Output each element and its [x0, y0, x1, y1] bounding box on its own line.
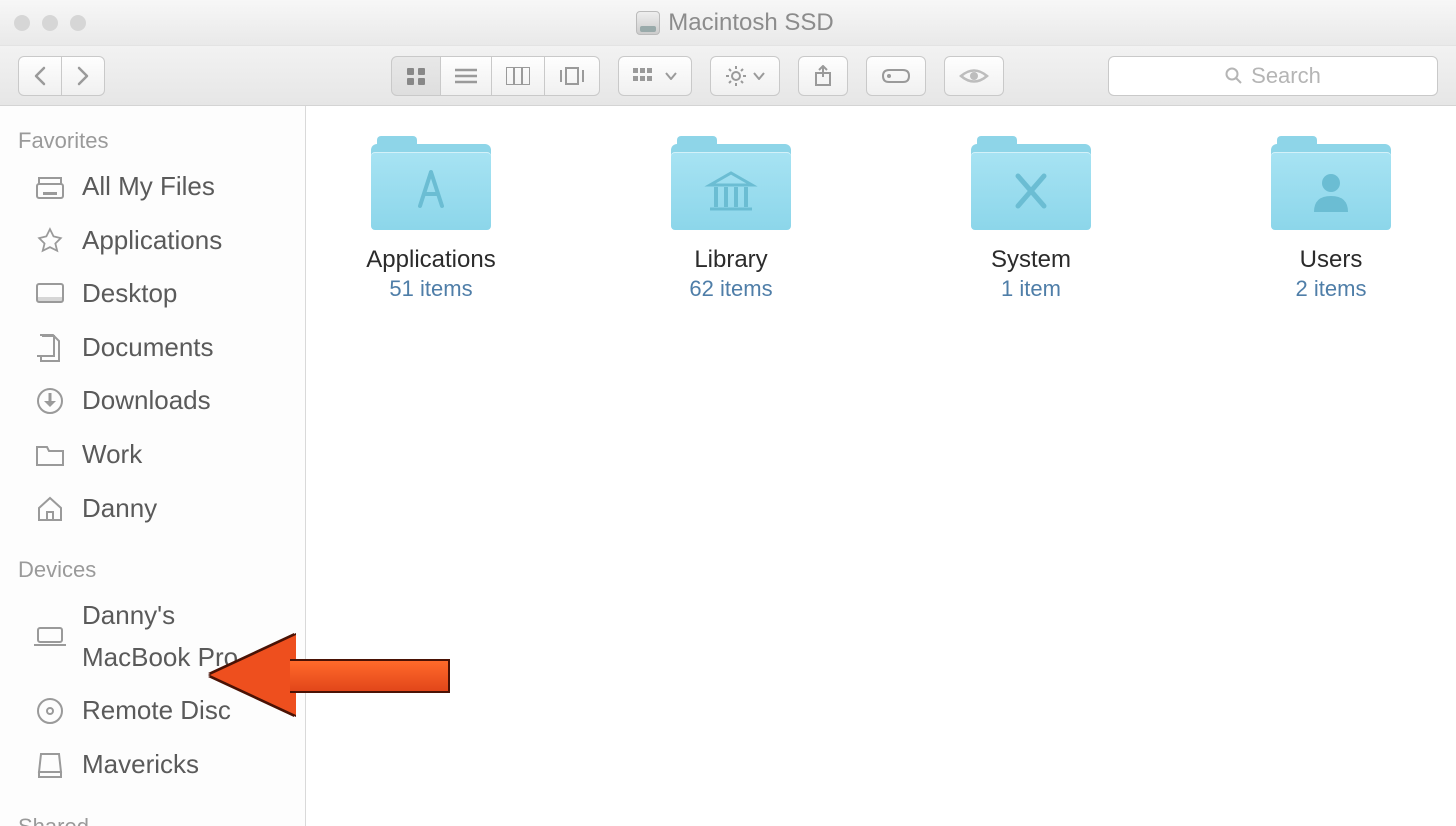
search-icon	[1225, 67, 1243, 85]
tags-button[interactable]	[866, 56, 926, 96]
disc-icon	[34, 695, 66, 727]
sidebar-section-shared: Shared	[0, 806, 305, 826]
folder-name: Users	[1300, 246, 1363, 274]
window-title: Macintosh SSD	[86, 9, 1384, 37]
toolbar: Search	[0, 46, 1456, 106]
folder-name: Library	[694, 246, 767, 274]
folder-icon	[671, 136, 791, 230]
sidebar-item-label: Danny	[82, 488, 157, 530]
folder-item-count: 51 items	[389, 276, 472, 302]
folder-users[interactable]: Users 2 items	[1246, 136, 1416, 302]
all-my-files-icon	[34, 171, 66, 203]
folder-applications[interactable]: Applications 51 items	[346, 136, 516, 302]
sidebar-item-label: All My Files	[82, 166, 215, 208]
action-button[interactable]	[710, 56, 780, 96]
search-field[interactable]: Search	[1108, 56, 1438, 96]
zoom-window-button[interactable]	[70, 15, 86, 31]
nav-buttons	[18, 56, 105, 96]
desktop-icon	[34, 278, 66, 310]
folder-icon	[371, 136, 491, 230]
close-window-button[interactable]	[14, 15, 30, 31]
main-area: Applications 51 items Library 62 items	[306, 106, 1456, 826]
share-button[interactable]	[798, 56, 848, 96]
folder-name: System	[991, 246, 1071, 274]
sidebar-section-devices: Devices	[0, 549, 305, 589]
sidebar-item-danny[interactable]: Danny	[0, 482, 305, 536]
minimize-window-button[interactable]	[42, 15, 58, 31]
forward-button[interactable]	[62, 56, 105, 96]
sidebar: Favorites All My Files Applications Desk…	[0, 106, 306, 826]
quicklook-button[interactable]	[944, 56, 1004, 96]
folder-icon	[971, 136, 1091, 230]
sidebar-item-work[interactable]: Work	[0, 428, 305, 482]
coverflow-view-button[interactable]	[545, 56, 600, 96]
folder-icon	[1271, 136, 1391, 230]
sidebar-item-label: Desktop	[82, 273, 177, 315]
column-view-button[interactable]	[492, 56, 545, 96]
folder-system[interactable]: System 1 item	[946, 136, 1116, 302]
sidebar-item-label: Remote Disc	[82, 690, 231, 732]
arrange-button[interactable]	[618, 56, 692, 96]
folder-icon	[34, 439, 66, 471]
sidebar-item-desktop[interactable]: Desktop	[0, 267, 305, 321]
sidebar-item-label: Work	[82, 434, 142, 476]
view-buttons	[391, 56, 600, 96]
window-title-text: Macintosh SSD	[668, 9, 833, 37]
sidebar-item-all-my-files[interactable]: All My Files	[0, 160, 305, 214]
sidebar-item-label: Documents	[82, 327, 214, 369]
sidebar-item-label: Applications	[82, 220, 222, 262]
folder-item-count: 1 item	[1001, 276, 1061, 302]
external-disk-icon	[34, 749, 66, 781]
sidebar-item-downloads[interactable]: Downloads	[0, 374, 305, 428]
applications-icon	[34, 224, 66, 256]
sidebar-item-mavericks[interactable]: Mavericks	[0, 738, 305, 792]
disk-icon	[636, 11, 660, 35]
downloads-icon	[34, 385, 66, 417]
icon-view-button[interactable]	[391, 56, 441, 96]
content: Favorites All My Files Applications Desk…	[0, 106, 1456, 826]
documents-icon	[34, 332, 66, 364]
folder-item-count: 2 items	[1296, 276, 1367, 302]
back-button[interactable]	[18, 56, 62, 96]
home-icon	[34, 492, 66, 524]
list-view-button[interactable]	[441, 56, 492, 96]
folder-name: Applications	[366, 246, 495, 274]
annotation-arrow	[210, 645, 450, 705]
titlebar: Macintosh SSD	[0, 0, 1456, 46]
folder-library[interactable]: Library 62 items	[646, 136, 816, 302]
folder-grid: Applications 51 items Library 62 items	[346, 136, 1416, 302]
sidebar-item-label: Mavericks	[82, 744, 199, 786]
sidebar-item-label: Downloads	[82, 380, 211, 422]
sidebar-section-favorites: Favorites	[0, 120, 305, 160]
sidebar-item-applications[interactable]: Applications	[0, 214, 305, 268]
search-placeholder: Search	[1251, 63, 1321, 89]
folder-item-count: 62 items	[689, 276, 772, 302]
window-controls	[14, 15, 86, 31]
sidebar-item-documents[interactable]: Documents	[0, 321, 305, 375]
laptop-icon	[34, 621, 66, 653]
